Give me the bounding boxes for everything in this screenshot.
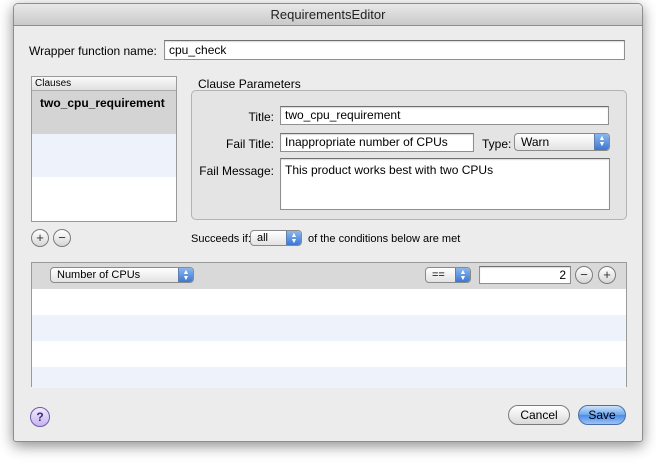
add-clause-button[interactable]: + [31,229,49,247]
clause-parameters-title: Clause Parameters [198,77,301,91]
type-popup-value: Warn [521,135,550,149]
type-popup[interactable]: Warn ▲ ▼ [514,133,610,151]
condition-operator-value: == [432,269,445,281]
condition-property-popup[interactable]: Number of CPUs ▲ ▼ [50,267,194,283]
minus-icon: − [580,267,588,282]
minus-icon: − [58,230,66,245]
succeeds-if-value: all [257,232,269,244]
condition-property-value: Number of CPUs [57,269,141,281]
succeeds-if-popup[interactable]: all ▲ ▼ [250,230,302,246]
fail-message-label: Fail Message: [199,164,274,178]
succeeds-if-label: Succeeds if: [191,233,251,245]
save-button[interactable]: Save [578,405,626,425]
title-field[interactable]: two_cpu_requirement [280,106,609,125]
clauses-header: Clauses [32,77,176,91]
condition-empty-row [32,315,626,341]
popup-arrows-icon: ▲ ▼ [286,231,301,245]
cancel-button[interactable]: Cancel [508,405,570,425]
fail-message-field[interactable]: This product works best with two CPUs [280,158,610,210]
clause-item[interactable]: two_cpu_requirement [32,91,176,134]
plus-icon: + [36,230,44,245]
type-label: Type: [482,137,512,151]
condition-value-field[interactable]: 2 [479,266,571,284]
plus-icon: + [603,267,611,282]
wrapper-function-label: Wrapper function name: [29,44,157,58]
fail-title-label: Fail Title: [225,137,274,151]
remove-clause-button[interactable]: − [53,229,71,247]
help-button[interactable]: ? [30,407,50,427]
requirements-editor-window: RequirementsEditor Wrapper function name… [13,3,643,442]
fail-title-field[interactable]: Inappropriate number of CPUs [280,133,474,152]
clauses-list[interactable]: Clauses two_cpu_requirement [31,76,177,222]
question-mark-icon: ? [36,410,44,424]
remove-condition-button[interactable]: − [575,266,593,284]
clause-empty-row [32,134,176,177]
condition-operator-popup[interactable]: == ▲ ▼ [425,267,471,283]
condition-empty-row [32,367,626,388]
title-label: Title: [248,110,274,124]
condition-empty-row [32,289,626,315]
wrapper-function-field[interactable]: cpu_check [164,40,625,60]
popup-arrows-icon: ▲ ▼ [455,268,470,282]
add-condition-button[interactable]: + [598,266,616,284]
popup-arrows-icon: ▲ ▼ [594,134,609,150]
window-title: RequirementsEditor [14,4,642,26]
popup-arrows-icon: ▲ ▼ [178,268,193,282]
condition-empty-row [32,341,626,367]
conditions-table[interactable]: Number of CPUs ▲ ▼ == ▲ ▼ 2 − + [31,262,627,388]
succeeds-if-suffix: of the conditions below are met [308,233,461,245]
